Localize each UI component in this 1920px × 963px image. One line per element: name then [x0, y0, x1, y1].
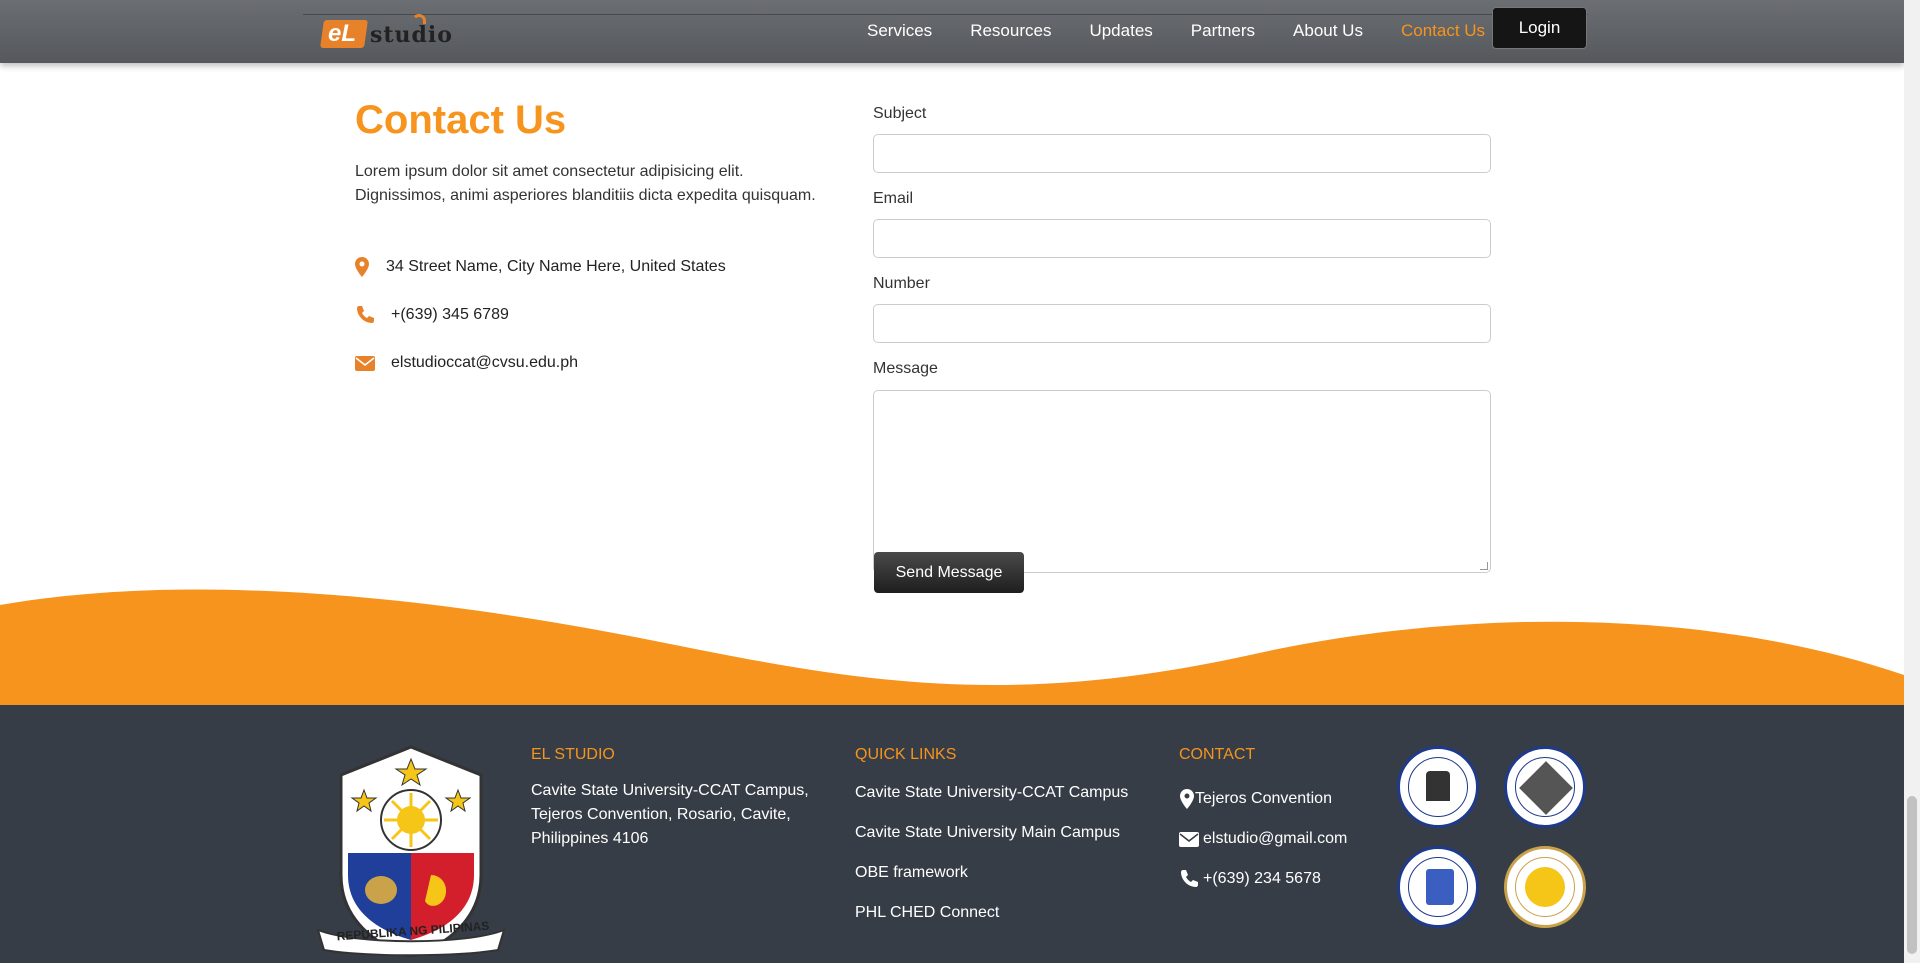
- footer-email-row: elstudio@gmail.com: [1179, 829, 1379, 849]
- footer-about-heading: EL STUDIO: [531, 746, 615, 763]
- footer-contact: CONTACT Tejeros Convention elstudio@gmai…: [1179, 745, 1379, 889]
- quick-link-ched[interactable]: PHL CHED Connect: [855, 903, 1165, 923]
- nav-services[interactable]: Services: [867, 20, 932, 42]
- footer-phone-row: +(639) 234 5678: [1179, 869, 1379, 889]
- quick-links-heading: QUICK LINKS: [855, 746, 957, 763]
- citizens-charter-badge-icon[interactable]: [1504, 746, 1586, 828]
- phone-icon: [1181, 870, 1198, 887]
- nav-partners[interactable]: Partners: [1191, 20, 1255, 42]
- footer-contact-heading: CONTACT: [1179, 746, 1256, 763]
- message-label: Message: [873, 360, 938, 377]
- footer-quick-links: QUICK LINKS Cavite State University-CCAT…: [855, 745, 1165, 923]
- nav-updates[interactable]: Updates: [1089, 20, 1152, 42]
- number-label: Number: [873, 275, 930, 292]
- nav-contact-us[interactable]: Contact Us: [1401, 20, 1485, 42]
- number-input[interactable]: [873, 304, 1491, 343]
- orange-wave: [0, 589, 1904, 706]
- footer-about-text: Cavite State University-CCAT Campus, Tej…: [531, 782, 809, 847]
- transparency-seal-badge-icon[interactable]: [1504, 846, 1586, 928]
- page-scrollbar[interactable]: [1904, 0, 1920, 963]
- subject-label: Subject: [873, 105, 927, 122]
- address-text: 34 Street Name, City Name Here, United S…: [386, 258, 726, 275]
- login-button[interactable]: Login: [1492, 7, 1587, 49]
- phone-text: +(639) 345 6789: [391, 306, 509, 323]
- page-title: Contact Us: [355, 98, 567, 142]
- envelope-icon: [355, 352, 377, 374]
- scrollbar-thumb[interactable]: [1907, 796, 1917, 954]
- quick-link-obe[interactable]: OBE framework: [855, 863, 1165, 883]
- map-pin-icon: [1180, 789, 1194, 809]
- signal-icon: [412, 14, 426, 24]
- nav-resources[interactable]: Resources: [970, 20, 1051, 42]
- figure-shape: [1426, 771, 1450, 801]
- resize-handle[interactable]: [1480, 562, 1488, 570]
- footer-about: EL STUDIO Cavite State University-CCAT C…: [531, 745, 821, 851]
- phone-row: +(639) 345 6789: [355, 304, 509, 326]
- email-text[interactable]: elstudioccat@cvsu.edu.ph: [391, 354, 578, 372]
- document-shape: [1426, 869, 1454, 905]
- contact-description: Lorem ipsum dolor sit amet consectetur a…: [355, 163, 816, 204]
- map-pin-icon: [355, 256, 377, 278]
- sun-shape: [1525, 867, 1565, 907]
- top-navbar: eL studio Services Resources Updates Par…: [0, 0, 1904, 63]
- obe-framework-badge-icon[interactable]: [1397, 746, 1479, 828]
- phone-icon: [355, 304, 377, 326]
- envelope-icon: [1179, 831, 1199, 847]
- logo-word: studio: [370, 22, 453, 48]
- page: eL studio Services Resources Updates Par…: [0, 0, 1920, 963]
- nav-menu: Services Resources Updates Partners Abou…: [867, 20, 1523, 42]
- footer-location-row: Tejeros Convention: [1179, 789, 1379, 809]
- address-row: 34 Street Name, City Name Here, United S…: [355, 256, 726, 278]
- email-input[interactable]: [873, 219, 1491, 258]
- subject-input[interactable]: [873, 134, 1491, 173]
- logo-mark: eL: [328, 20, 357, 47]
- footer-email-text[interactable]: elstudio@gmail.com: [1203, 829, 1347, 849]
- nav-divider: [303, 14, 1588, 15]
- message-textarea[interactable]: [873, 390, 1491, 573]
- nav-about-us[interactable]: About Us: [1293, 20, 1363, 42]
- email-row: elstudioccat@cvsu.edu.ph: [355, 352, 578, 374]
- contact-form: Subject Email Number Message: [873, 103, 1491, 573]
- email-label: Email: [873, 190, 914, 207]
- quick-link-main-campus[interactable]: Cavite State University Main Campus: [855, 823, 1165, 843]
- footer-phone-text: +(639) 234 5678: [1203, 870, 1321, 887]
- foi-philippines-badge-icon[interactable]: [1397, 846, 1479, 928]
- footer-location-text: Tejeros Convention: [1195, 790, 1332, 807]
- quick-link-ccat[interactable]: Cavite State University-CCAT Campus: [855, 783, 1165, 803]
- site-logo[interactable]: eL studio: [320, 14, 452, 52]
